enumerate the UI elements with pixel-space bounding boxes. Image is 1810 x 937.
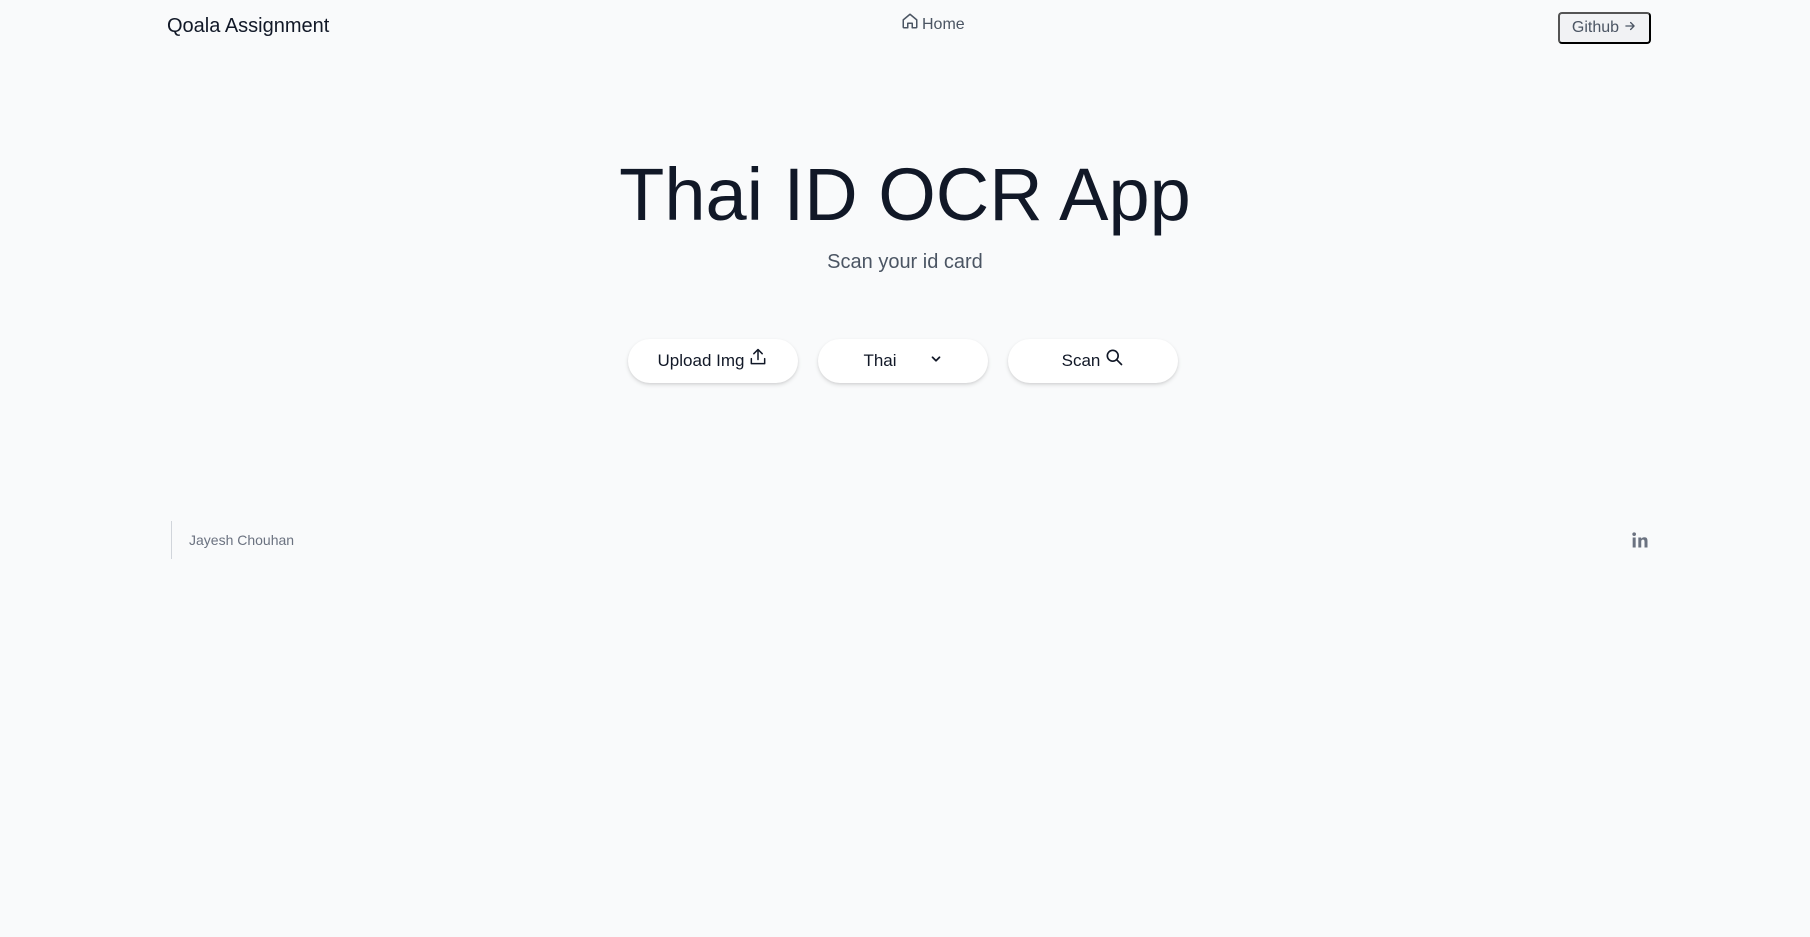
nav-home-link[interactable]: Home: [901, 13, 965, 35]
top-nav: Qoala Assignment Home Github: [0, 0, 1810, 56]
brand-link[interactable]: Qoala Assignment: [167, 15, 329, 38]
page-subtitle: Scan your id card: [827, 251, 983, 273]
github-label: Github: [1571, 19, 1620, 36]
footer-author: Jayesh Chouhan: [171, 521, 294, 559]
action-bar: Upload Img Thai Scan: [628, 339, 1178, 383]
home-icon: [901, 13, 919, 35]
linkedin-icon[interactable]: [1630, 530, 1650, 550]
nav-home-label: Home: [922, 16, 965, 33]
author-name: Jayesh Chouhan: [189, 532, 295, 548]
scan-label: Scan: [1061, 351, 1101, 370]
language-selected: Thai: [863, 351, 897, 370]
language-select[interactable]: Thai: [818, 339, 988, 383]
scan-button[interactable]: Scan: [1008, 339, 1178, 383]
chevron-down-icon: [901, 351, 943, 371]
arrow-right-icon: [1623, 19, 1637, 38]
upload-icon: [748, 348, 768, 372]
upload-label: Upload Img: [657, 351, 745, 370]
upload-image-button[interactable]: Upload Img: [628, 339, 798, 383]
page-title: Thai ID OCR App: [619, 153, 1191, 236]
github-button[interactable]: Github: [1558, 12, 1651, 44]
search-icon: [1104, 349, 1124, 372]
